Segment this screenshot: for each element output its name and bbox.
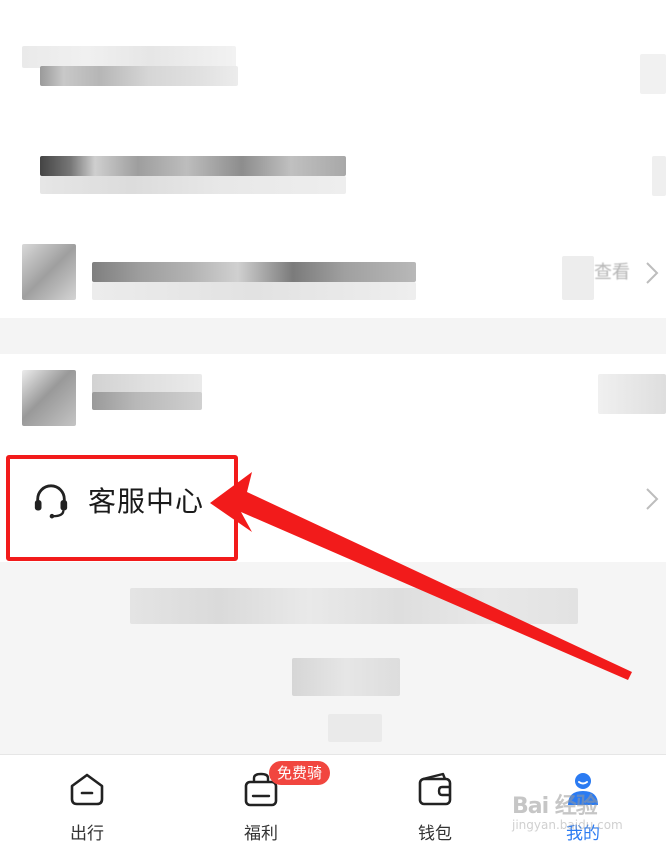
blurred-content (92, 282, 416, 300)
blurred-content (598, 374, 666, 414)
blurred-content (328, 714, 382, 742)
blurred-content (92, 262, 416, 282)
list-item[interactable] (0, 140, 666, 220)
list-item[interactable] (0, 30, 666, 110)
blurred-content (92, 374, 202, 394)
blurred-content (562, 256, 594, 300)
footer-section (0, 562, 666, 754)
tab-welfare[interactable]: 免费骑 福利 (178, 755, 344, 848)
blurred-content (22, 46, 236, 68)
chevron-right-icon (646, 262, 659, 284)
blurred-content (22, 370, 76, 426)
promo-badge: 免费骑 (269, 761, 331, 785)
tab-label: 福利 (244, 824, 278, 844)
blurred-content (40, 176, 346, 194)
blurred-content (292, 658, 400, 696)
list-item[interactable]: 查看 (0, 244, 666, 308)
watermark: Bai 经验 jingyan.baidu.com (512, 770, 662, 840)
house-icon (70, 773, 104, 806)
blurred-content (40, 156, 346, 176)
blurred-content (22, 244, 76, 300)
chevron-right-icon (646, 488, 659, 510)
wallet-icon (418, 772, 452, 806)
tab-wallet[interactable]: 钱包 (352, 755, 518, 848)
watermark-url: jingyan.baidu.com (512, 818, 623, 832)
blurred-content (40, 66, 238, 86)
tab-label: 钱包 (418, 824, 452, 844)
blurred-content (652, 156, 666, 196)
section-divider (0, 318, 666, 354)
row-trailing-text: 查看 (594, 262, 630, 283)
highlight-box (6, 455, 238, 561)
tab-travel[interactable]: 出行 (4, 755, 170, 848)
blurred-content (130, 588, 578, 624)
list-item[interactable] (0, 366, 666, 436)
blurred-content (92, 392, 202, 410)
watermark-title: Bai 经验 (512, 794, 598, 819)
blurred-content (640, 54, 666, 94)
tab-label: 出行 (70, 824, 104, 844)
